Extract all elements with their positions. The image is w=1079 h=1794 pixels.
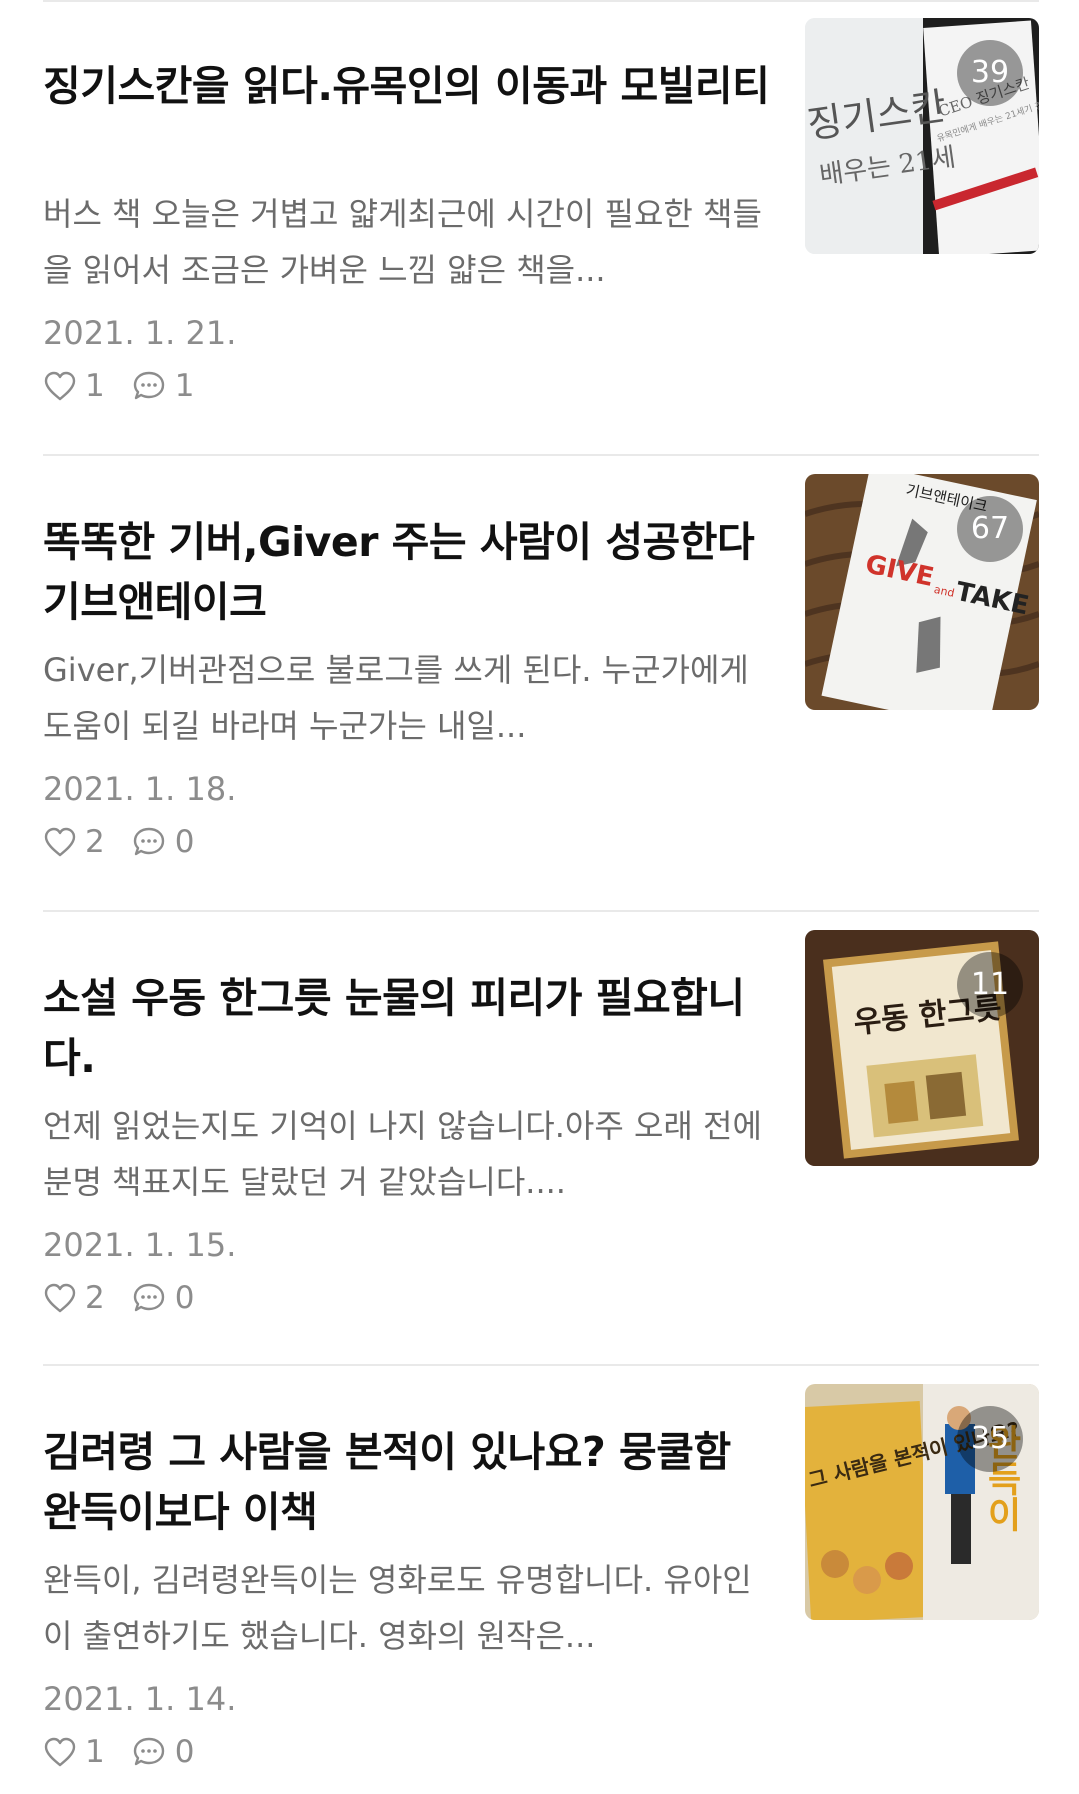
like-count: 2 xyxy=(85,1280,105,1316)
post-date: 2021. 1. 21. xyxy=(43,314,237,352)
post-divider xyxy=(43,910,1039,912)
speech-bubble-dots-icon xyxy=(133,371,164,400)
heart-outline-icon xyxy=(44,1737,76,1767)
speech-bubble-dots-icon xyxy=(133,1283,164,1312)
post-thumbnail[interactable]: 기브앤테이크 GIVE and TAKE 67 xyxy=(805,474,1039,710)
post-title[interactable]: 징기스칸을 읽다.유목인의 이동과 모빌리티 xyxy=(43,56,771,116)
post-date: 2021. 1. 18. xyxy=(43,770,237,808)
post-stats: 1 1 xyxy=(43,366,220,406)
like-stat[interactable]: 1 xyxy=(43,1734,105,1770)
top-divider xyxy=(43,0,1039,2)
like-stat[interactable]: 2 xyxy=(43,824,105,860)
post-thumbnail[interactable]: 징기스칸 배우는 21세 CEO 징기스칸 유목민에게 배우는 21세기 경 3… xyxy=(805,18,1039,254)
post-excerpt: 버스 책 오늘은 거볍고 얇게최근에 시간이 필요한 책들을 읽어서 조금은 가… xyxy=(43,195,762,289)
comment-stat[interactable]: 1 xyxy=(131,368,195,404)
post-stats: 2 0 xyxy=(43,822,220,862)
heart-outline-icon xyxy=(44,371,76,401)
comment-count: 0 xyxy=(174,824,195,860)
comment-count: 1 xyxy=(174,368,195,404)
comment-stat[interactable]: 0 xyxy=(131,1280,195,1316)
post-item[interactable]: 똑똑한 기버,Giver 주는 사람이 성공한다 기브앤테이크 Giver,기버… xyxy=(43,464,1039,884)
post-title[interactable]: 똑똑한 기버,Giver 주는 사람이 성공한다 기브앤테이크 xyxy=(43,512,771,632)
like-stat[interactable]: 1 xyxy=(43,368,105,404)
photo-count-badge: 39 xyxy=(957,40,1023,106)
post-date: 2021. 1. 14. xyxy=(43,1680,237,1718)
post-stats: 1 0 xyxy=(43,1732,220,1772)
photo-count-badge: 11 xyxy=(957,952,1023,1018)
post-title[interactable]: 김려령 그 사람을 본적이 있나요? 뭉쿨함 완득이보다 이책 xyxy=(43,1422,771,1542)
post-item[interactable]: 김려령 그 사람을 본적이 있나요? 뭉쿨함 완득이보다 이책 완득이, 김려령… xyxy=(43,1374,1039,1794)
comment-stat[interactable]: 0 xyxy=(131,824,195,860)
like-count: 2 xyxy=(85,824,105,860)
post-item[interactable]: 소설 우동 한그릇 눈물의 피리가 필요합니다. 언제 읽었는지도 기억이 나지… xyxy=(43,920,1039,1340)
post-divider xyxy=(43,454,1039,456)
speech-bubble-dots-icon xyxy=(133,827,164,856)
post-thumbnail[interactable]: 우동 한그릇 11 xyxy=(805,930,1039,1166)
comment-count: 0 xyxy=(174,1280,195,1316)
like-stat[interactable]: 2 xyxy=(43,1280,105,1316)
post-feed: 징기스칸을 읽다.유목인의 이동과 모빌리티 버스 책 오늘은 거볍고 얇게최근… xyxy=(0,0,1079,1780)
post-divider xyxy=(43,1364,1039,1366)
comment-count: 0 xyxy=(174,1734,195,1770)
post-item[interactable]: 징기스칸을 읽다.유목인의 이동과 모빌리티 버스 책 오늘은 거볍고 얇게최근… xyxy=(43,8,1039,428)
like-count: 1 xyxy=(85,1734,105,1770)
post-stats: 2 0 xyxy=(43,1278,220,1318)
photo-count-badge: 67 xyxy=(957,496,1023,562)
speech-bubble-dots-icon xyxy=(133,1737,164,1766)
heart-outline-icon xyxy=(44,1283,76,1313)
like-count: 1 xyxy=(85,368,105,404)
heart-outline-icon xyxy=(44,827,76,857)
post-excerpt: 완득이, 김려령완득이는 영화로도 유명합니다. 유아인이 출연하기도 했습니다… xyxy=(43,1561,752,1655)
post-thumbnail[interactable]: 그 사람을 본적이 있나요? 완득이 35 xyxy=(805,1384,1039,1620)
post-excerpt: Giver,기버관점으로 불로그를 쓰게 된다. 누군가에게 도움이 되길 바라… xyxy=(43,651,749,745)
post-date: 2021. 1. 15. xyxy=(43,1226,237,1264)
comment-stat[interactable]: 0 xyxy=(131,1734,195,1770)
post-excerpt: 언제 읽었는지도 기억이 나지 않습니다.아주 오래 전에 분명 책표지도 달랐… xyxy=(43,1107,762,1201)
post-title[interactable]: 소설 우동 한그릇 눈물의 피리가 필요합니다. xyxy=(43,968,771,1088)
photo-count-badge: 35 xyxy=(957,1406,1023,1472)
